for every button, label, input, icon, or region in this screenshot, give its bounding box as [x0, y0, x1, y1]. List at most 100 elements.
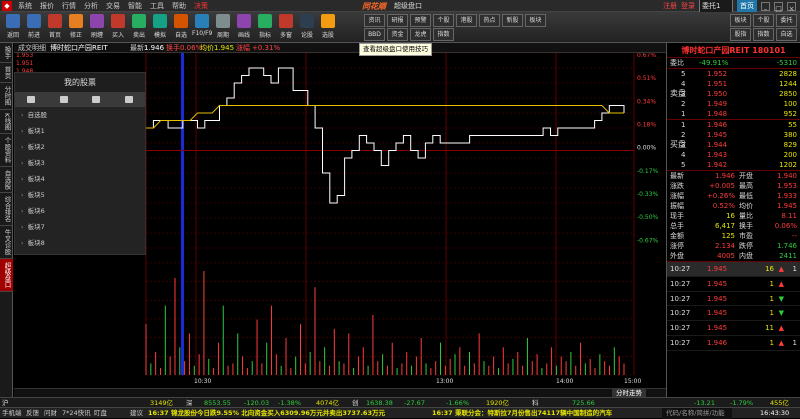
toolbar-grid-button[interactable]: 研报: [387, 14, 408, 27]
status-watch[interactable]: 盯盘: [94, 408, 107, 419]
stat-row: 总手 6,417 换手 0.06%: [667, 221, 800, 231]
menu-item-decision[interactable]: 决策: [190, 0, 212, 12]
toolbar-grid-button[interactable]: 龙虎: [410, 28, 431, 41]
menu-item-trade[interactable]: 交易: [102, 0, 124, 12]
toolbar-button-10[interactable]: 周期: [213, 13, 233, 42]
menu-item-tools[interactable]: 工具: [146, 0, 168, 12]
status-news[interactable]: 7*24快讯: [62, 408, 91, 419]
stock-group-item[interactable]: › 自选股: [15, 107, 145, 123]
toolbar-right-button[interactable]: 股指: [730, 28, 751, 41]
sidebar-tab-3[interactable]: K线图: [0, 110, 13, 134]
stock-group-item[interactable]: › 板块3: [15, 155, 145, 171]
stock-group-item[interactable]: › 板块4: [15, 171, 145, 187]
toolbar-button-12[interactable]: 指标: [255, 13, 275, 42]
close-icon[interactable]: ×: [787, 1, 796, 13]
stock-group-item[interactable]: › 板块8: [15, 235, 145, 251]
stock-group-item[interactable]: › 板块6: [15, 203, 145, 219]
index-ticker: 沪 3149亿 深 8553.55 -120.03 -1.38% 4074亿 创…: [0, 397, 800, 407]
toolbar-button-8[interactable]: 自选: [171, 13, 191, 42]
status-feedback[interactable]: 反馈: [26, 408, 39, 419]
toolbar-grid-button[interactable]: 热点: [479, 14, 500, 27]
sidebar-tab-2[interactable]: 分时图: [0, 83, 13, 110]
tip-button[interactable]: 查看超级盘口使用技巧: [359, 43, 432, 56]
sidebar-tab-4[interactable]: 个股资料: [0, 134, 13, 167]
toolbar-grid-button[interactable]: 新股: [502, 14, 523, 27]
toolbar-right-button[interactable]: 个股: [753, 14, 774, 27]
menu-item-system[interactable]: 系统: [14, 0, 36, 12]
chart-icon[interactable]: [59, 96, 68, 103]
toolbar-grid-button[interactable]: 港股: [456, 14, 477, 27]
status-mobile[interactable]: 手机端: [2, 408, 22, 419]
stat-value: --: [791, 232, 797, 240]
menu-item-market[interactable]: 行情: [58, 0, 80, 12]
x-tick-label: 10:30: [194, 378, 211, 385]
tick-price: 1.945: [707, 294, 728, 303]
toolbar-right-button[interactable]: 自选: [776, 28, 797, 41]
stat-label: 现手: [670, 212, 684, 220]
stat-value: 16: [726, 212, 735, 220]
toolbar-button-2[interactable]: 首页: [45, 13, 65, 42]
toolbar-button-14[interactable]: 论股: [297, 13, 317, 42]
toolbar-right-button[interactable]: 委托: [776, 14, 797, 27]
toolbar-button-13[interactable]: 多窗: [276, 13, 296, 42]
heart-icon[interactable]: [27, 96, 36, 103]
toolbar-button-7[interactable]: 模拟: [150, 13, 170, 42]
title-bar: ◆ 系统 报价 行情 分析 交易 智能 工具 帮助 决策 同花顺 超级盘口 注册…: [0, 0, 800, 13]
quote-panel: 博时蛇口产园REIT 180101 委比 -49.91% -5310 5 1.95…: [666, 43, 800, 405]
toolbar-grid-button[interactable]: 板块: [525, 14, 546, 27]
toolbar-button-1[interactable]: 前进: [24, 13, 44, 42]
buy-level-row: 5 1.942 1202: [667, 160, 800, 170]
login-link[interactable]: 登录: [681, 0, 695, 12]
home-button[interactable]: 首页: [737, 0, 757, 12]
stock-group-item[interactable]: › 板块1: [15, 123, 145, 139]
y-right-label: 0.67%: [637, 53, 656, 59]
toolbar-grid-button[interactable]: 个股: [433, 14, 454, 27]
toolbar-grid-button[interactable]: BBD: [364, 28, 385, 41]
sidebar-tab-6[interactable]: 综合排名: [0, 193, 13, 227]
toolbar-button-5[interactable]: 买入: [108, 13, 128, 42]
stat-value: 8.11: [781, 212, 797, 220]
toolbar-grid-button[interactable]: 指数: [433, 28, 454, 41]
x-tick-label: 13:00: [436, 378, 453, 385]
register-link[interactable]: 注册: [663, 0, 677, 12]
sidebar-tab-5[interactable]: 自选股: [0, 167, 13, 194]
sidebar-tab-7[interactable]: 牛叉诊股: [0, 226, 13, 260]
info-icon[interactable]: [124, 96, 133, 103]
toolbar-button-9[interactable]: F10/F9: [192, 13, 212, 42]
menu-item-quote[interactable]: 报价: [36, 0, 58, 12]
stat-value: 125: [721, 232, 735, 240]
status-wencai[interactable]: 问财: [44, 408, 57, 419]
stat-value: 0.06%: [774, 222, 797, 230]
menu-item-help[interactable]: 帮助: [168, 0, 190, 12]
news-ticker-1[interactable]: 16:37 锦龙股份今日跌9.55% 北向资金买入6309.96万元并卖出373…: [148, 408, 385, 419]
stock-group-item[interactable]: › 板块5: [15, 187, 145, 203]
toolbar-button-11[interactable]: 画线: [234, 13, 254, 42]
sidebar-tab-0[interactable]: 换手: [0, 43, 13, 63]
toolbar-button-3[interactable]: 修正: [66, 13, 86, 42]
menu-item-smart[interactable]: 智能: [124, 0, 146, 12]
status-suggest[interactable]: 建议: [130, 408, 143, 419]
toolbar-button-4[interactable]: 刷缠: [87, 13, 107, 42]
search-input[interactable]: 代码/名称/简拼/功能: [662, 408, 732, 419]
sell-volume: 2850: [779, 90, 797, 98]
arrow-down-icon: ▼: [778, 294, 784, 303]
stat-value: 0.52%: [712, 202, 735, 210]
toolbar-button-6[interactable]: 卖出: [129, 13, 149, 42]
sidebar-tab-1[interactable]: 首页: [0, 63, 13, 83]
toolbar-button-0[interactable]: 返回: [3, 13, 23, 42]
toolbar-right-button[interactable]: 板块: [730, 14, 751, 27]
stock-group-item[interactable]: › 板块2: [15, 139, 145, 155]
stock-group-item[interactable]: › 板块7: [15, 219, 145, 235]
minimize-icon[interactable]: –: [761, 1, 770, 13]
sidebar-tab-8[interactable]: 超级盘口: [0, 259, 13, 293]
toolbar-right-button[interactable]: 指数: [753, 28, 774, 41]
toolbar-grid-button[interactable]: 资金: [387, 28, 408, 41]
chart-title-label: 成交明细: [18, 44, 46, 52]
list-icon[interactable]: [92, 96, 101, 103]
toolbar-button-15[interactable]: 选股: [318, 13, 338, 42]
menu-item-analysis[interactable]: 分析: [80, 0, 102, 12]
toolbar-grid-button[interactable]: 预警: [410, 14, 431, 27]
maximize-icon[interactable]: □: [774, 1, 783, 13]
news-ticker-2[interactable]: 16:37 秉联分会：特斯拉7月份售出74117辆中国制造的汽车: [432, 408, 612, 419]
toolbar-grid-button[interactable]: 资讯: [364, 14, 385, 27]
